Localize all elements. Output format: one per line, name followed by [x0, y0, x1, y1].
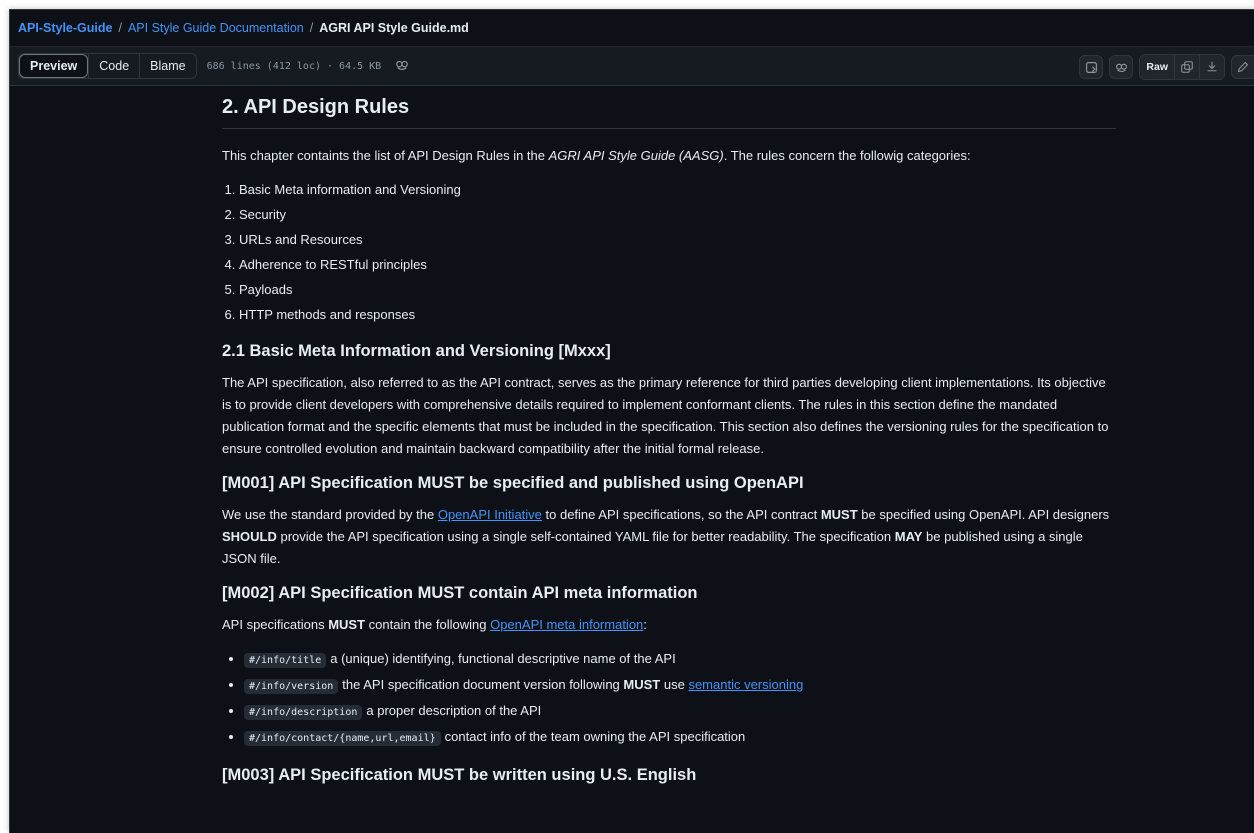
list-item: #/info/versionthe API specification docu…: [244, 674, 1116, 698]
inline-code: #/info/description: [244, 705, 363, 720]
category-list: Basic Meta information and Versioning Se…: [222, 179, 1116, 326]
rule-m001-body: We use the standard provided by the Open…: [222, 504, 1116, 570]
download-icon[interactable]: [1199, 55, 1224, 79]
edit-pencil-icon[interactable]: [1231, 55, 1254, 79]
subsection-heading-2-1: 2.1 Basic Meta Information and Versionin…: [222, 342, 611, 360]
keyword-should: SHOULD: [222, 529, 277, 544]
list-item: Payloads: [239, 279, 1116, 301]
file-info: 686 lines (412 loc) · 64.5 KB: [206, 60, 382, 72]
openapi-initiative-link[interactable]: OpenAPI Initiative: [438, 507, 542, 522]
breadcrumb-folder-link[interactable]: API Style Guide Documentation: [128, 21, 304, 35]
panel-icon: [1085, 61, 1097, 73]
copilot-icon[interactable]: [395, 58, 409, 75]
list-item: #/info/contact/{name,url,email}contact i…: [244, 726, 1116, 750]
markdown-body: 2. API Design Rules This chapter contain…: [222, 94, 1116, 796]
copilot-icon: [1115, 63, 1127, 72]
text: contain the following: [365, 617, 491, 632]
list-item: #/info/titlea (unique) identifying, func…: [244, 648, 1116, 672]
text: a (unique) identifying, functional descr…: [330, 651, 676, 666]
list-item: Adherence to RESTful principles: [239, 254, 1116, 276]
inline-code: #/info/contact/{name,url,email}: [244, 731, 441, 746]
intro-text-end: . The rules concern the followig categor…: [723, 148, 971, 163]
keyword-must: MUST: [328, 617, 366, 632]
subsection-2-1-body: The API specification, also referred to …: [222, 375, 1109, 456]
breadcrumb-repo-link[interactable]: API-Style-Guide: [18, 21, 112, 35]
text: a proper description of the API: [366, 703, 542, 718]
raw-actions-group: Raw: [1139, 54, 1225, 80]
inline-code: #/info/title: [244, 653, 327, 668]
list-item: Security: [239, 204, 1116, 226]
file-toolbar: Preview Code Blame 686 lines (412 loc) ·…: [10, 47, 1254, 86]
copilot-button-icon[interactable]: [1109, 55, 1134, 79]
download-icon-svg: [1207, 61, 1217, 72]
copy-icon[interactable]: [1174, 55, 1199, 79]
list-item: Basic Meta information and Versioning: [239, 179, 1116, 201]
raw-button[interactable]: Raw: [1140, 55, 1174, 79]
tab-blame[interactable]: Blame: [139, 54, 196, 78]
breadcrumb-separator: /: [118, 21, 122, 35]
breadcrumb: API-Style-Guide / API Style Guide Docume…: [10, 10, 1254, 47]
meta-info-list: #/info/titlea (unique) identifying, func…: [222, 648, 1116, 750]
rule-m002-body: API specifications MUST contain the foll…: [222, 614, 1116, 636]
copy-icon-svg: [1181, 61, 1193, 73]
intro-text: This chapter containts the list of API D…: [222, 148, 549, 163]
list-item: URLs and Resources: [239, 229, 1116, 251]
text: use: [660, 677, 689, 692]
intro-italic: AGRI API Style Guide (AASG): [548, 148, 724, 163]
rule-heading-m002: [M002] API Specification MUST contain AP…: [222, 584, 698, 602]
text: :: [643, 617, 647, 632]
tab-code[interactable]: Code: [88, 54, 140, 78]
text: to define API specifications, so the API…: [541, 507, 821, 522]
symbols-panel-icon[interactable]: [1079, 55, 1104, 79]
rule-heading-m001: [M001] API Specification MUST be specifi…: [222, 474, 804, 492]
openapi-meta-information-link[interactable]: OpenAPI meta information: [490, 617, 643, 632]
breadcrumb-separator: /: [309, 21, 314, 35]
github-file-viewer: API-Style-Guide / API Style Guide Docume…: [9, 9, 1254, 833]
text: We use the standard provided by the: [222, 507, 438, 522]
pencil-icon: [1237, 61, 1249, 73]
view-mode-switcher: Preview Code Blame: [18, 53, 197, 79]
breadcrumb-current-file: AGRI API Style Guide.md: [319, 21, 469, 35]
list-item: #/info/descriptiona proper description o…: [244, 700, 1116, 724]
toolbar-actions: Raw: [1079, 54, 1254, 80]
intro-paragraph: This chapter containts the list of API D…: [222, 145, 1116, 167]
copilot-icon-svg: [396, 60, 409, 70]
text: be specified using OpenAPI. API designer…: [857, 507, 1110, 522]
keyword-must: MUST: [820, 507, 858, 522]
section-heading-api-design-rules: 2. API Design Rules: [222, 94, 1116, 129]
text: API specifications: [222, 617, 329, 632]
list-item: HTTP methods and responses: [239, 304, 1116, 326]
text: the API specification document version f…: [342, 677, 624, 692]
keyword-may: MAY: [894, 529, 923, 544]
keyword-must: MUST: [623, 677, 661, 692]
text: contact info of the team owning the API …: [444, 729, 746, 744]
inline-code: #/info/version: [244, 679, 339, 694]
rule-heading-m003: [M003] API Specification MUST be written…: [222, 766, 697, 784]
text: provide the API specification using a si…: [276, 529, 895, 544]
tab-preview[interactable]: Preview: [19, 54, 89, 78]
semantic-versioning-link[interactable]: semantic versioning: [688, 677, 803, 692]
